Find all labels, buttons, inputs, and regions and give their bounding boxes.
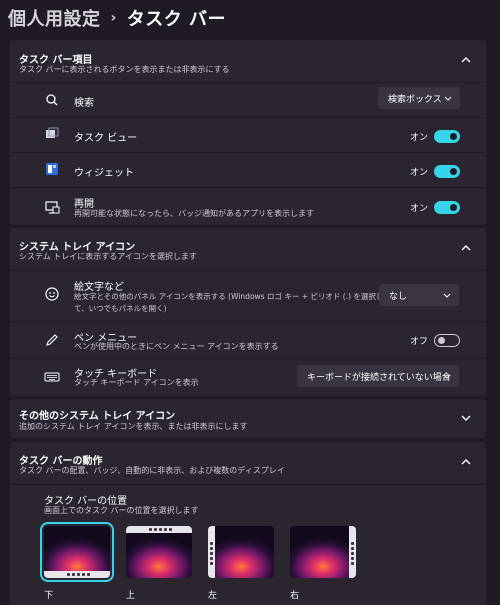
position-right-label: 右 <box>290 591 300 601</box>
taskbar-items-section: タスク バー項目 タスク バーに表示されるボタンを表示または非表示にする 検索 … <box>10 40 486 225</box>
section-title: その他のシステム トレイ アイコン <box>19 411 176 422</box>
pen-menu-row: ペン メニュー ペンが使用中のときにペン メニュー アイコンを表示する オフ <box>10 322 486 358</box>
keyboard-icon <box>44 372 60 382</box>
task-view-state: オン <box>409 133 428 143</box>
section-subtitle: タスク バーに表示されるボタンを表示または非表示にする <box>19 65 230 74</box>
position-top-label: 上 <box>126 591 136 601</box>
widgets-state: オン <box>409 168 428 178</box>
resume-toggle[interactable] <box>434 201 460 214</box>
widgets-row: ウィジェット オン <box>10 153 486 187</box>
resume-desc: 再開可能な状態になったら、バッジ通知があるアプリを表示します <box>74 209 314 218</box>
chevron-right-icon: › <box>110 10 117 26</box>
taskbar-preview-icons <box>351 542 354 565</box>
taskbar-preview-icons <box>210 542 213 565</box>
chevron-down-icon[interactable] <box>460 412 472 424</box>
task-view-label: タスク ビュー <box>74 133 138 144</box>
search-label: 検索 <box>74 98 94 109</box>
taskbar-behaviors-section: タスク バーの動作 タスク バーの配置、バッジ、自動的に非表示、および複数のディ… <box>10 442 486 605</box>
pen-menu-toggle[interactable] <box>434 334 460 347</box>
emoji-dropdown[interactable]: なし <box>379 284 459 306</box>
taskbar-preview-icons <box>67 573 90 576</box>
position-bottom-option[interactable] <box>40 522 114 582</box>
emoji-desc-line2: て、いつでもパネルを開く) <box>74 304 167 313</box>
emoji-dropdown-value: なし <box>389 291 408 302</box>
breadcrumb: 個人用設定 › タスク バー <box>8 4 226 32</box>
position-right-option[interactable] <box>290 526 356 578</box>
resume-icon <box>45 201 60 214</box>
resume-row: 再開 再開可能な状態になったら、バッジ通知があるアプリを表示します オン <box>10 188 486 225</box>
task-view-icon <box>46 127 59 138</box>
pen-menu-desc: ペンが使用中のときにペン メニュー アイコンを表示する <box>74 342 279 351</box>
system-tray-header[interactable]: システム トレイ アイコン システム トレイに表示するアイコンを選択します <box>10 228 486 268</box>
position-left-option[interactable] <box>208 526 274 578</box>
chevron-up-icon[interactable] <box>460 456 472 468</box>
section-subtitle: タスク バーの配置、バッジ、自動的に非表示、および複数のディスプレイ <box>19 466 285 475</box>
pen-icon <box>46 334 58 346</box>
taskbar-position-options: 下 上 左 右 <box>10 522 486 605</box>
emoji-desc-line1: 絵文字とその他のパネル アイコンを表示する (Windows ロゴ キー + ピ… <box>74 292 384 301</box>
task-view-row: タスク ビュー オン <box>10 118 486 152</box>
page-title: タスク バー <box>126 9 227 30</box>
task-view-toggle[interactable] <box>434 130 460 143</box>
widgets-label: ウィジェット <box>74 168 134 179</box>
taskbar-preview-icons <box>149 528 172 531</box>
position-left-label: 左 <box>208 591 218 601</box>
behaviors-header[interactable]: タスク バーの動作 タスク バーの配置、バッジ、自動的に非表示、および複数のディ… <box>10 442 486 482</box>
search-dropdown-value: 検索ボックス <box>388 94 442 105</box>
pen-menu-state: オフ <box>409 337 428 347</box>
touch-keyboard-row: タッチ キーボード タッチ キーボード アイコンを表示 キーボードが接続されてい… <box>10 359 486 396</box>
other-tray-section[interactable]: その他のシステム トレイ アイコン 追加のシステム トレイ アイコンを表示、また… <box>10 399 486 438</box>
taskbar-items-header[interactable]: タスク バー項目 タスク バーに表示されるボタンを表示または非表示にする <box>10 40 486 80</box>
emoji-icon <box>45 287 59 301</box>
chevron-down-icon <box>443 293 451 298</box>
touch-keyboard-dropdown[interactable]: キーボードが接続されていない場合 <box>297 365 459 387</box>
section-subtitle: 追加のシステム トレイ アイコンを表示、または非表示にします <box>19 422 248 431</box>
resume-state: オン <box>409 204 428 214</box>
widgets-toggle[interactable] <box>434 165 460 178</box>
search-icon <box>46 94 58 106</box>
chevron-down-icon <box>444 96 452 101</box>
emoji-row: 絵文字など 絵文字とその他のパネル アイコンを表示する (Windows ロゴ … <box>10 271 486 321</box>
search-row: 検索 検索ボックス <box>10 83 486 117</box>
alignment-desc: 画面上でのタスク バーの位置を選択します <box>44 506 199 515</box>
chevron-up-icon[interactable] <box>460 54 472 66</box>
section-subtitle: システム トレイに表示するアイコンを選択します <box>19 252 197 261</box>
touch-keyboard-dropdown-value: キーボードが接続されていない場合 <box>307 372 451 383</box>
divider <box>10 484 486 485</box>
search-dropdown[interactable]: 検索ボックス <box>378 87 460 109</box>
position-bottom-label: 下 <box>44 591 54 601</box>
breadcrumb-parent[interactable]: 個人用設定 <box>8 5 101 31</box>
chevron-up-icon[interactable] <box>460 242 472 254</box>
chevron-down-icon <box>443 374 451 379</box>
widgets-icon <box>46 163 58 175</box>
position-top-option[interactable] <box>126 526 192 578</box>
touch-keyboard-desc: タッチ キーボード アイコンを表示 <box>74 378 199 387</box>
system-tray-section: システム トレイ アイコン システム トレイに表示するアイコンを選択します 絵文… <box>10 228 486 396</box>
